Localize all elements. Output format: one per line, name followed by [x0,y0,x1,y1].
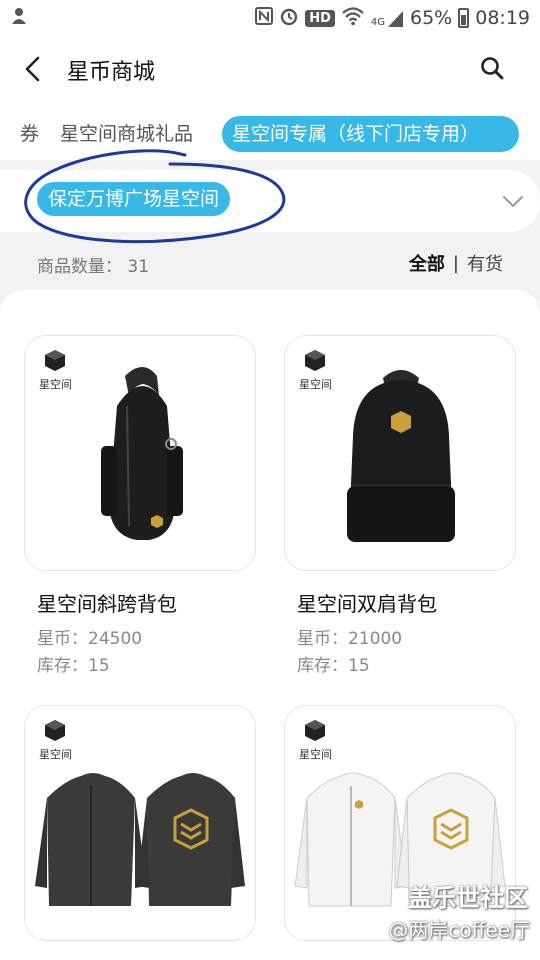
price-value: 21000 [348,629,403,649]
battery-icon [458,8,470,28]
product-card[interactable]: 星空间 [24,335,256,571]
nfc-icon [255,6,274,31]
hd-badge: HD [305,9,335,27]
stock-filter: 全部 | 有货 [409,250,503,276]
search-button[interactable] [480,56,504,80]
brand-logo-text: 星空间 [299,378,332,391]
chevron-left-icon [25,56,40,82]
wifi-icon [341,6,365,31]
price-label: 星币： [37,629,88,649]
product-count-label: 商品数量： [37,257,122,277]
alarm-icon [279,6,299,31]
search-icon [481,57,504,80]
clock: 08:19 [475,7,530,29]
watermark-author: @两岸coffee厅 [388,918,530,942]
product-card[interactable]: 星空间 [284,335,516,571]
battery-percent: 65% [410,7,453,29]
product-grid: 星空间 星空间 星空间 星空间 星空间斜跨背包 星币：24500 库存：15 星… [0,290,540,960]
brand-logo: 星空间 [293,344,337,391]
product-price: 星币：21000 [297,624,402,649]
brand-logo: 星空间 [293,714,337,761]
network-type: 4G [370,17,385,28]
brand-logo-text: 星空间 [39,748,72,761]
product-stock: 库存：15 [37,651,110,676]
app-header: 星币商城 [0,36,540,102]
watermark-title: 盖乐世社区 [408,884,528,912]
filter-divider: | [452,252,459,274]
stock-label: 库存： [297,656,348,676]
stock-value: 15 [348,656,370,676]
page-title: 星币商城 [67,60,156,85]
product-card[interactable]: 星空间 [24,705,256,941]
filter-in-stock[interactable]: 有货 [467,250,503,276]
price-value: 24500 [88,629,143,649]
notification-icon [10,6,40,31]
brand-logo: 星空间 [33,344,77,391]
product-count: 商品数量： 31 [37,252,149,277]
status-bar: HD 4G 65% 08:19 [0,0,540,36]
product-name[interactable]: 星空间双肩背包 [297,588,437,617]
signal-icon: 4G [371,8,404,28]
product-price: 星币：24500 [37,624,142,649]
stock-label: 库存： [37,656,88,676]
brand-logo-text: 星空间 [39,378,72,391]
price-label: 星币： [297,629,348,649]
filter-all[interactable]: 全部 [409,250,445,276]
stock-value: 15 [88,656,110,676]
brand-logo-text: 星空间 [299,748,332,761]
product-count-value: 31 [127,257,150,277]
brand-logo: 星空间 [33,714,77,761]
chevron-down-icon[interactable] [502,190,524,212]
product-stock: 库存：15 [297,651,370,676]
product-name[interactable]: 星空间斜跨背包 [37,588,177,617]
handwritten-circle-annotation [24,149,286,244]
back-button[interactable] [22,56,46,82]
